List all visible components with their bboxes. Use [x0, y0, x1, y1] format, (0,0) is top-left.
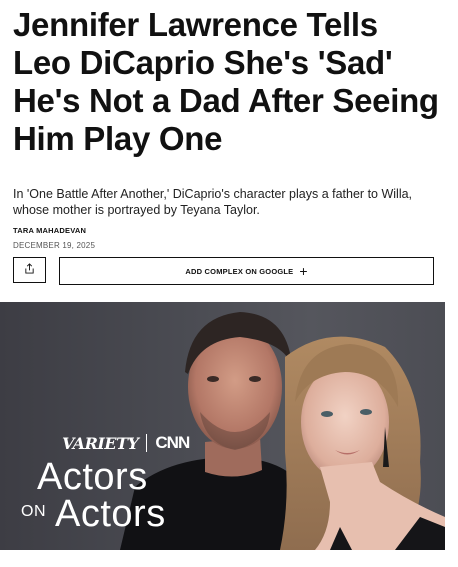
author-byline[interactable]: TARA MAHADEVAN	[13, 226, 86, 235]
article-dek: In 'One Battle After Another,' DiCaprio'…	[13, 187, 413, 217]
add-on-google-label: ADD COMPLEX ON GOOGLE	[185, 266, 294, 276]
publish-date: DECEMBER 19, 2025	[13, 241, 96, 250]
hero-image[interactable]: VARIETY CNN Actors ON Actors	[0, 302, 445, 550]
add-on-google-button[interactable]: ADD COMPLEX ON GOOGLE +	[59, 257, 434, 285]
series-title-line1: Actors	[37, 456, 148, 498]
series-title-line2: Actors	[55, 493, 166, 535]
brand-logos: VARIETY CNN	[62, 433, 190, 453]
share-icon	[24, 261, 35, 279]
article-headline: Jennifer Lawrence Tells Leo DiCaprio She…	[13, 6, 439, 157]
series-title-on: ON	[21, 503, 46, 520]
share-button[interactable]	[13, 257, 46, 283]
plus-icon: +	[299, 263, 308, 279]
cnn-logo: CNN	[155, 433, 190, 452]
variety-logo: VARIETY	[62, 433, 139, 453]
brand-divider	[146, 434, 148, 452]
